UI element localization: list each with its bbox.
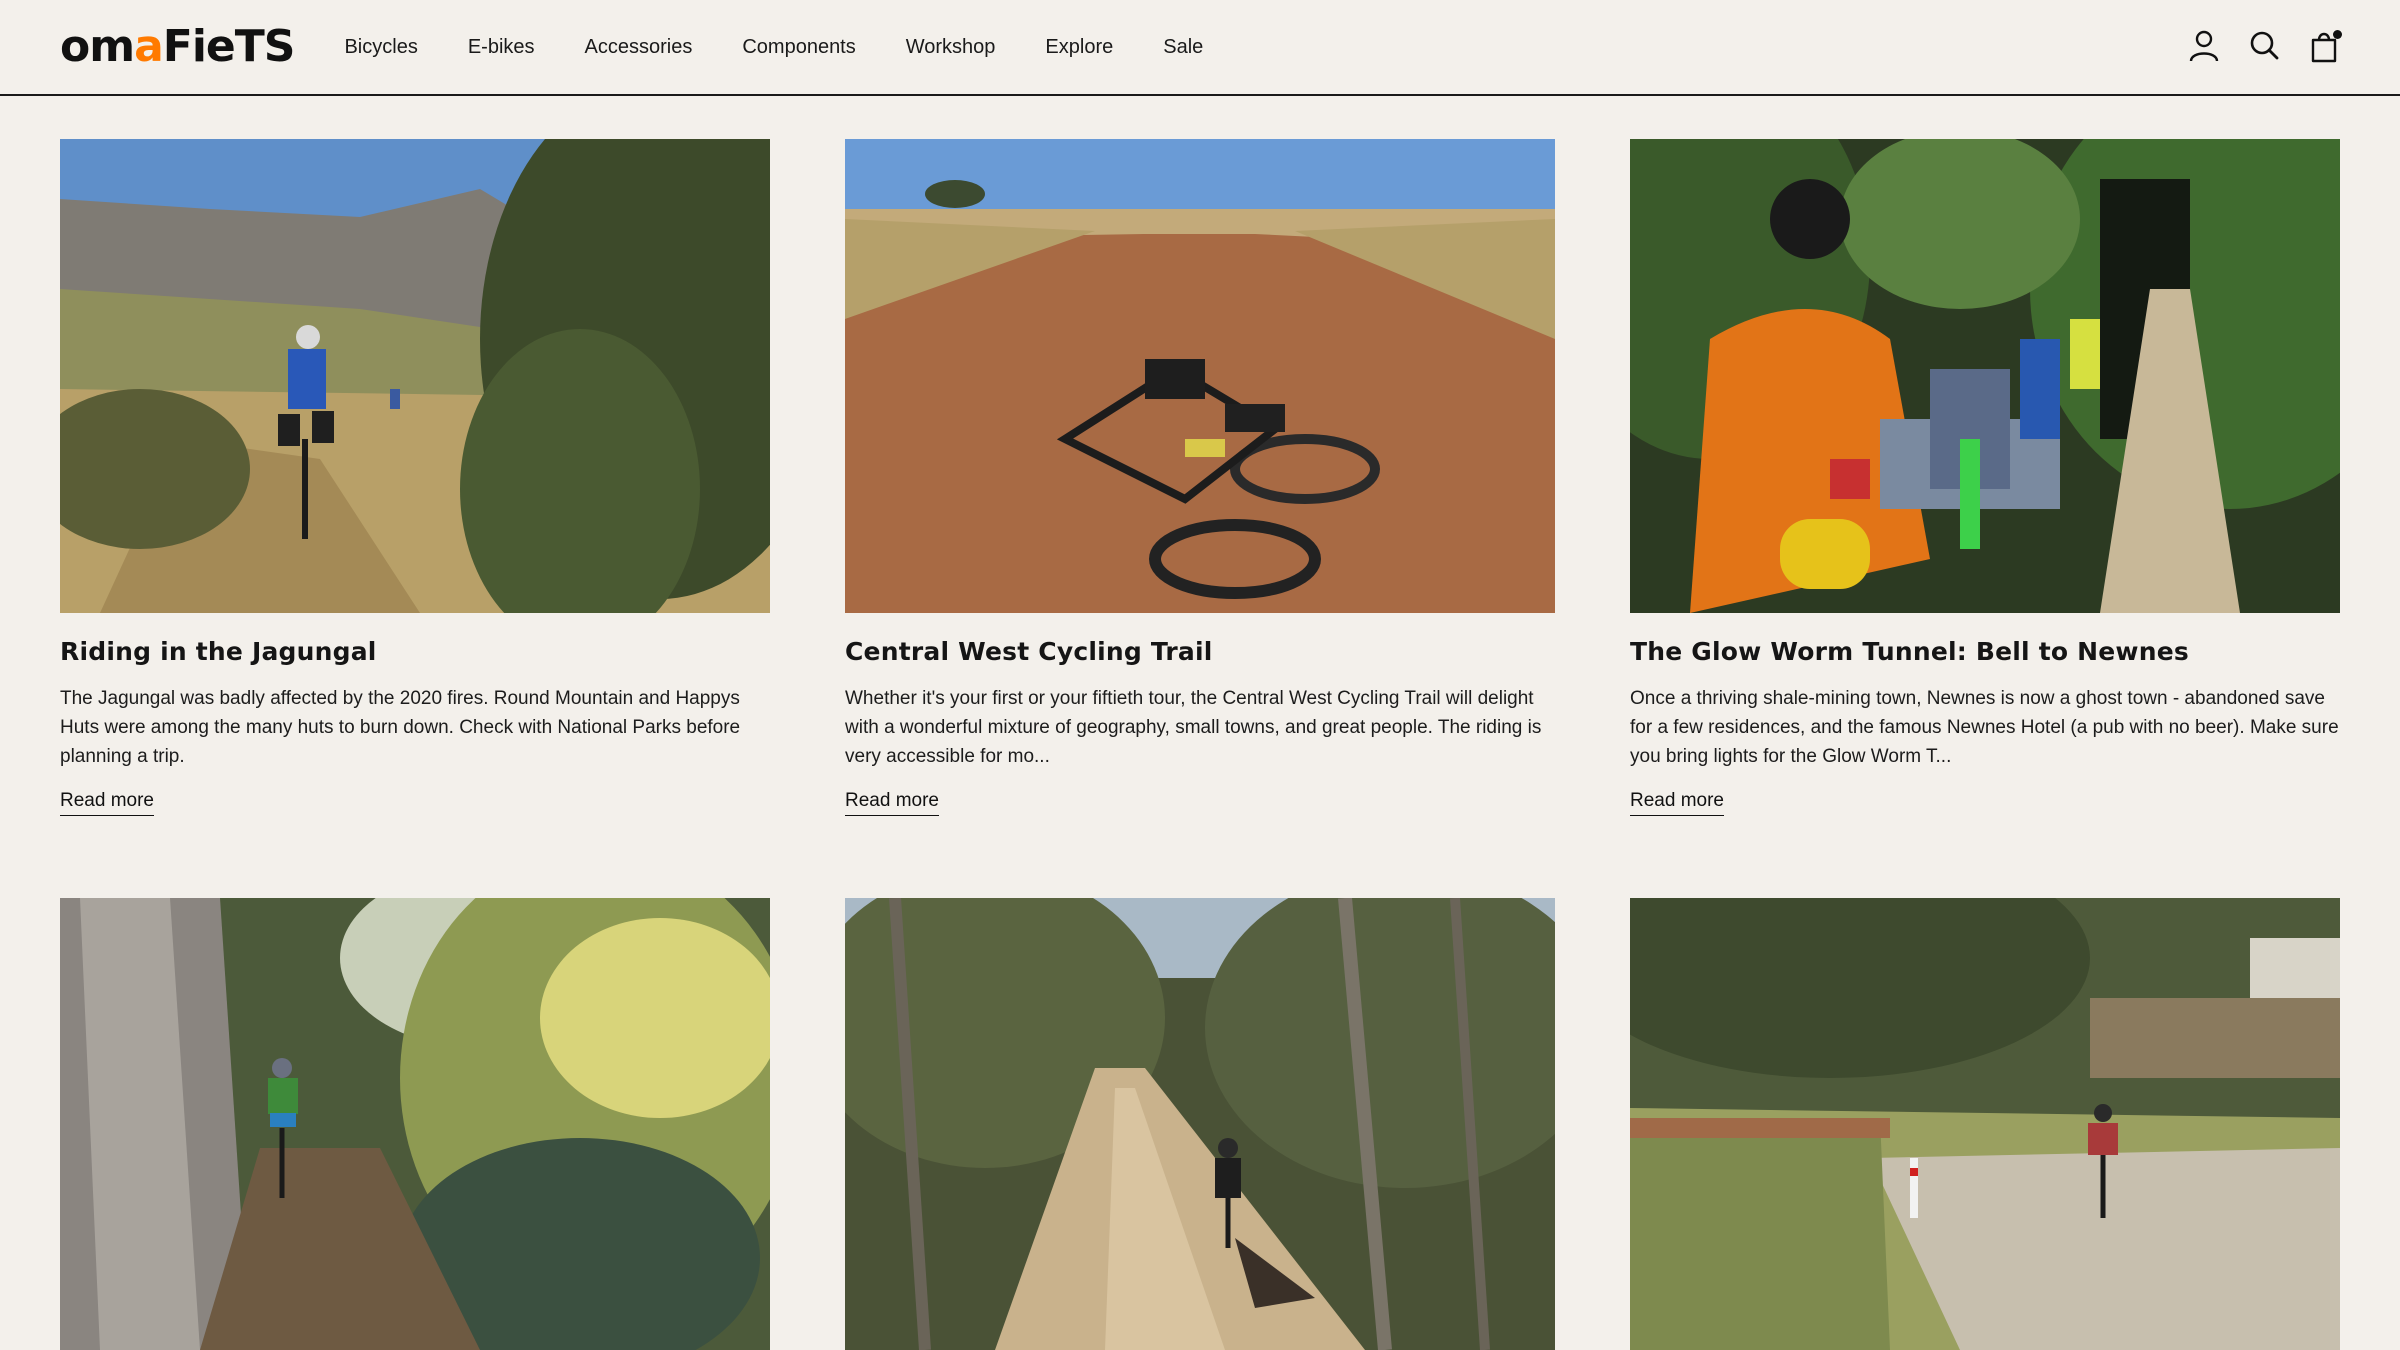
nav-item-e-bikes[interactable]: E-bikes xyxy=(468,36,535,59)
article-card xyxy=(60,898,770,1350)
account-icon[interactable] xyxy=(2188,28,2220,64)
article-title[interactable]: Riding in the Jagungal xyxy=(60,637,770,666)
article-image-wattle-trail[interactable] xyxy=(60,898,770,1350)
read-more-link[interactable]: Read more xyxy=(845,790,939,816)
central-west-photo xyxy=(845,139,1555,613)
jagungal-photo xyxy=(60,139,770,613)
article-card xyxy=(1630,898,2340,1350)
article-excerpt: Whether it's your first or your fiftieth… xyxy=(845,688,1542,767)
nav-item-explore[interactable]: Explore xyxy=(1045,36,1113,59)
main-nav: Bicycles E-bikes Accessories Components … xyxy=(344,36,1253,59)
article-excerpt: The Jagungal was badly affected by the 2… xyxy=(60,688,741,767)
search-icon[interactable] xyxy=(2248,28,2280,64)
wattle-trail-photo xyxy=(60,898,770,1350)
glow-worm-photo xyxy=(1630,139,2340,613)
article-title[interactable]: The Glow Worm Tunnel: Bell to Newnes xyxy=(1630,637,2340,666)
article-title[interactable]: Central West Cycling Trail xyxy=(845,637,1555,666)
bush-track-photo xyxy=(845,898,1555,1350)
nav-item-components[interactable]: Components xyxy=(742,36,855,59)
logo-text-accent: a xyxy=(134,21,164,72)
article-card: Central West Cycling Trail Whether it's … xyxy=(845,139,1555,816)
dirt-road-photo xyxy=(1630,898,2340,1350)
article-image-bush-track[interactable] xyxy=(845,898,1555,1350)
site-header: omaFieTS Bicycles E-bikes Accessories Co… xyxy=(0,0,2400,96)
read-more-link[interactable]: Read more xyxy=(1630,790,1724,816)
nav-item-sale[interactable]: Sale xyxy=(1163,36,1203,59)
article-card: The Glow Worm Tunnel: Bell to Newnes Onc… xyxy=(1630,139,2340,816)
nav-item-bicycles[interactable]: Bicycles xyxy=(344,36,417,59)
read-more-link[interactable]: Read more xyxy=(60,790,154,816)
nav-item-accessories[interactable]: Accessories xyxy=(585,36,693,59)
nav-item-workshop[interactable]: Workshop xyxy=(906,36,996,59)
header-actions xyxy=(2188,28,2342,64)
logo-text-part2: FieTS xyxy=(162,21,296,72)
omafiets-logo[interactable]: omaFieTS xyxy=(60,25,295,69)
article-image-jagungal[interactable] xyxy=(60,139,770,613)
article-excerpt: Once a thriving shale-mining town, Newne… xyxy=(1630,688,2339,767)
article-image-glow-worm[interactable] xyxy=(1630,139,2340,613)
article-card xyxy=(845,898,1555,1350)
cart-badge xyxy=(2333,30,2342,39)
cart-icon[interactable] xyxy=(2308,28,2342,64)
article-image-central-west[interactable] xyxy=(845,139,1555,613)
article-image-dirt-road[interactable] xyxy=(1630,898,2340,1350)
logo-text-part1: om xyxy=(60,21,135,72)
article-card: Riding in the Jagungal The Jagungal was … xyxy=(60,139,770,816)
